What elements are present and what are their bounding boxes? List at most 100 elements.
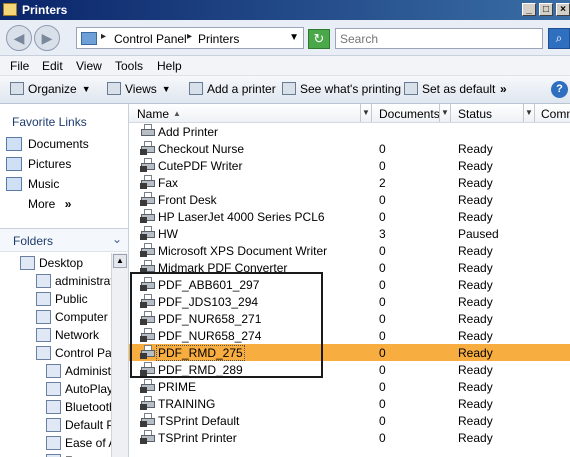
address-dropdown-icon[interactable]: ▼ <box>289 32 299 43</box>
printer-name: PDF_RMD_275 <box>156 345 245 361</box>
printer-row[interactable]: PDF_NUR658_274 0 Ready <box>129 327 570 344</box>
tree-item[interactable]: Ease of Ac <box>46 436 111 453</box>
printer-name: TSPrint Default <box>158 414 240 428</box>
control-panel-icon <box>81 32 97 45</box>
organize-button[interactable]: Organize ▼ <box>10 82 91 98</box>
column-documents[interactable]: Documents <box>379 107 440 121</box>
printer-row[interactable]: HP LaserJet 4000 Series PCL6 0 Ready <box>129 208 570 225</box>
printer-status: Ready <box>458 431 493 445</box>
tree-item[interactable]: Default Pr <box>46 418 111 435</box>
printer-status: Ready <box>458 295 493 309</box>
printer-row[interactable]: PDF_JDS103_294 0 Ready <box>129 293 570 310</box>
printer-row[interactable]: PDF_ABB601_297 0 Ready <box>129 276 570 293</box>
printer-row[interactable]: Checkout Nurse 0 Ready <box>129 140 570 157</box>
printer-icon <box>140 277 156 291</box>
search-input[interactable] <box>336 29 542 48</box>
printer-row[interactable]: Midmark PDF Converter 0 Ready <box>129 259 570 276</box>
column-comments[interactable]: Comm <box>541 107 570 121</box>
tree-item[interactable]: administrator <box>36 274 111 291</box>
address-box[interactable]: ▸ Control Panel ▸ Printers ▼ <box>76 27 304 49</box>
printer-row[interactable]: TRAINING 0 Ready <box>129 395 570 412</box>
printer-row[interactable]: CutePDF Writer 0 Ready <box>129 157 570 174</box>
printer-status: Ready <box>458 312 493 326</box>
back-button[interactable]: ◀ <box>6 25 32 51</box>
search-icon[interactable]: ⌕ <box>548 28 570 49</box>
tree-item[interactable]: Public <box>36 292 88 309</box>
printer-name: Fax <box>158 176 179 190</box>
views-button[interactable]: Views ▼ <box>107 82 171 98</box>
status-filter-dropdown[interactable]: ▼ <box>523 104 535 122</box>
scroll-up-icon[interactable]: ▲ <box>113 254 127 268</box>
printer-row[interactable]: PRIME 0 Ready <box>129 378 570 395</box>
printer-row[interactable]: PDF_NUR658_271 0 Ready <box>129 310 570 327</box>
printer-documents: 0 <box>379 431 386 445</box>
minimize-button[interactable]: _ <box>522 3 536 16</box>
add-printer-button[interactable]: Add a printer <box>189 82 276 98</box>
printer-row[interactable]: PDF_RMD_275 0 Ready <box>129 344 570 361</box>
column-name[interactable]: Name <box>137 107 169 121</box>
printer-documents: 0 <box>379 261 386 275</box>
menu-tools[interactable]: Tools <box>115 59 143 73</box>
column-status[interactable]: Status <box>458 107 492 121</box>
help-icon[interactable]: ? <box>551 81 568 98</box>
set-as-default-button[interactable]: Set as default <box>404 82 495 98</box>
folders-toggle[interactable]: Folders ⌄ <box>0 228 128 252</box>
breadcrumb-printers[interactable]: Printers <box>198 32 239 46</box>
printer-status: Ready <box>458 244 493 258</box>
printer-name: PDF_NUR658_274 <box>158 329 262 343</box>
network-icon <box>36 328 51 342</box>
menu-view[interactable]: View <box>76 59 102 73</box>
add-printer-icon <box>140 124 156 138</box>
tree-item[interactable]: Control Panel <box>36 346 111 363</box>
more-commands-button[interactable]: » <box>500 82 507 98</box>
close-button[interactable]: × <box>556 3 570 16</box>
name-filter-dropdown[interactable]: ▼ <box>360 104 372 122</box>
printer-row[interactable]: Front Desk 0 Ready <box>129 191 570 208</box>
maximize-button[interactable]: □ <box>539 3 553 16</box>
see-whats-printing-button[interactable]: See what's printing <box>282 82 401 98</box>
printer-status: Ready <box>458 159 493 173</box>
tree-item-label: Computer <box>55 310 108 324</box>
printer-row[interactable]: TSPrint Default 0 Ready <box>129 412 570 429</box>
tree-item[interactable]: Bluetooth <box>46 400 111 417</box>
documents-filter-dropdown[interactable]: ▼ <box>439 104 451 122</box>
printer-name: PDF_NUR658_271 <box>158 312 262 326</box>
breadcrumb-separator[interactable]: ▸ <box>187 31 192 42</box>
breadcrumb-control-panel[interactable]: Control Panel <box>114 32 187 46</box>
favorite-documents[interactable]: Documents <box>6 137 89 153</box>
documents-icon <box>6 137 22 151</box>
menu-help[interactable]: Help <box>157 59 182 73</box>
menu-edit[interactable]: Edit <box>42 59 63 73</box>
printer-row[interactable]: HW 3 Paused <box>129 225 570 242</box>
administrative-tools-icon <box>46 364 61 378</box>
printer-row[interactable]: PDF_RMD_289 0 Ready <box>129 361 570 378</box>
printer-row[interactable]: Microsoft XPS Document Writer 0 Ready <box>129 242 570 259</box>
printer-row[interactable]: TSPrint Printer 0 Ready <box>129 429 570 446</box>
printer-status: Ready <box>458 363 493 377</box>
tree-item[interactable]: Administra <box>46 364 111 381</box>
menu-file[interactable]: File <box>10 59 29 73</box>
printer-icon <box>140 192 156 206</box>
favorite-pictures[interactable]: Pictures <box>6 157 71 173</box>
tree-item-label: Control Panel <box>55 346 111 360</box>
address-bar-region: ◀ ▶ ▸ Control Panel ▸ Printers ▼ ↻ ⌕ <box>0 20 570 56</box>
breadcrumb-separator[interactable]: ▸ <box>101 31 106 42</box>
tree-item[interactable]: Computer <box>36 310 108 327</box>
forward-button[interactable]: ▶ <box>34 25 60 51</box>
tree-item[interactable]: Desktop <box>20 256 83 273</box>
printer-icon <box>140 328 156 342</box>
printer-name: Checkout Nurse <box>158 142 245 156</box>
printer-name: TSPrint Printer <box>158 431 237 445</box>
computer-icon <box>36 310 51 324</box>
folder-tree-scrollbar[interactable]: ▲ <box>111 253 128 457</box>
refresh-button[interactable]: ↻ <box>308 29 330 49</box>
favorite-music[interactable]: Music <box>6 177 59 193</box>
tree-item[interactable]: AutoPlay <box>46 382 111 399</box>
printer-row[interactable]: Add Printer <box>129 123 570 140</box>
tree-item[interactable]: Network <box>36 328 99 345</box>
favorites-more-button[interactable]: More » <box>28 197 71 211</box>
command-bar: Organize ▼ Views ▼ Add a printer See what'… <box>0 76 570 104</box>
printer-row[interactable]: Fax 2 Ready <box>129 174 570 191</box>
search-box[interactable] <box>335 28 543 49</box>
tree-item-label: administrator <box>55 274 111 288</box>
